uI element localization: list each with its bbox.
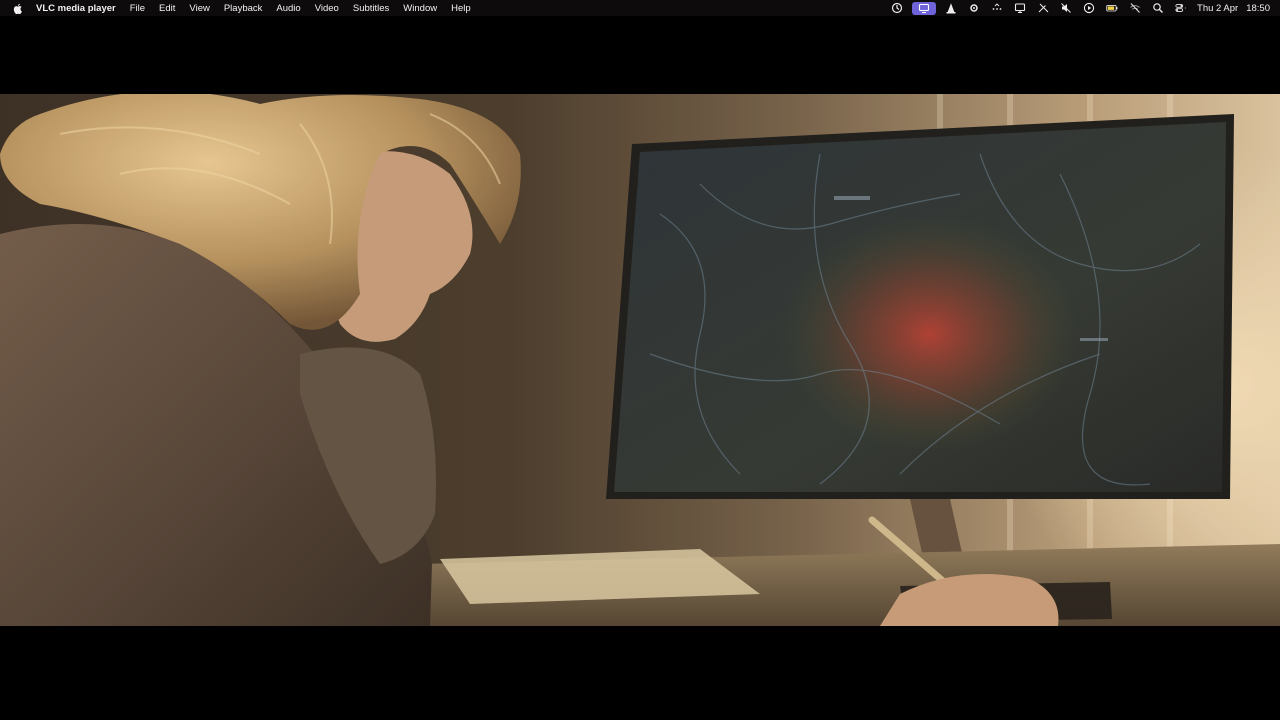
- clock-time: 18:50: [1246, 2, 1270, 14]
- clock-date: Thu 2 Apr: [1197, 2, 1239, 14]
- menu-playback[interactable]: Playback: [224, 3, 263, 14]
- display-icon[interactable]: [1012, 1, 1028, 15]
- menu-bar-right: Thu 2 Apr 18:50: [882, 0, 1280, 16]
- letterbox-top: [0, 16, 1280, 94]
- menu-help[interactable]: Help: [451, 3, 471, 14]
- pen-off-icon[interactable]: [1035, 1, 1051, 15]
- menu-view[interactable]: View: [189, 3, 209, 14]
- menu-bar-clock[interactable]: Thu 2 Apr 18:50: [1197, 3, 1270, 14]
- search-icon[interactable]: [1150, 1, 1166, 15]
- menu-audio[interactable]: Audio: [276, 3, 300, 14]
- video-frame[interactable]: [0, 94, 1280, 626]
- menu-window[interactable]: Window: [403, 3, 437, 14]
- play-circle-icon[interactable]: [1081, 1, 1097, 15]
- mute-icon[interactable]: [1058, 1, 1074, 15]
- menu-file[interactable]: File: [130, 3, 145, 14]
- screen-time-icon[interactable]: [889, 1, 905, 15]
- app-name-menu[interactable]: VLC media player: [36, 3, 116, 14]
- vlc-cone-icon[interactable]: [943, 1, 959, 15]
- control-center-icon[interactable]: [1173, 1, 1189, 15]
- wifi-off-icon[interactable]: [1127, 1, 1143, 15]
- battery-icon[interactable]: [1104, 1, 1120, 15]
- dots-menu-icon[interactable]: [989, 1, 1005, 15]
- letterbox-bottom: [0, 626, 1280, 720]
- video-stage[interactable]: [0, 16, 1280, 720]
- settings-sun-icon[interactable]: [966, 1, 982, 15]
- screen-share-icon[interactable]: [912, 1, 937, 15]
- menu-edit[interactable]: Edit: [159, 3, 175, 14]
- video-frame-image: [0, 94, 1280, 626]
- menu-bar-left: VLC media player File Edit View Playback…: [0, 0, 485, 16]
- menu-bar: VLC media player File Edit View Playback…: [0, 0, 1280, 16]
- menu-video[interactable]: Video: [315, 3, 339, 14]
- menu-subtitles[interactable]: Subtitles: [353, 3, 389, 14]
- apple-icon[interactable]: [12, 2, 24, 14]
